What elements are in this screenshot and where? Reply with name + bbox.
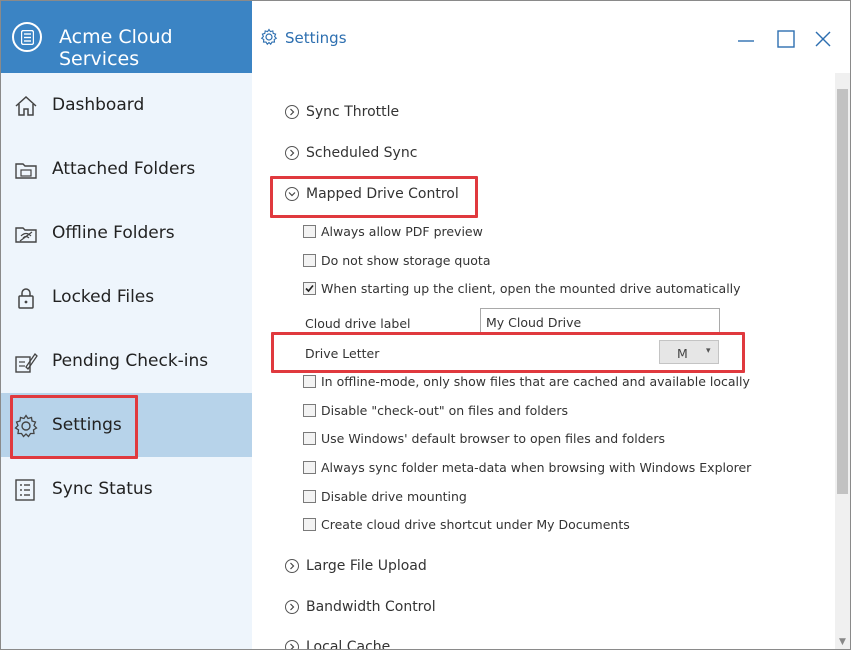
app-window: Acme Cloud Services Dashboard Attached F… (0, 0, 851, 650)
checkmark-icon (305, 284, 314, 293)
option-label: Create cloud drive shortcut under My Doc… (321, 517, 630, 532)
section-large-file-upload[interactable]: Large File Upload (285, 558, 427, 574)
option-label: Use Windows' default browser to open fil… (321, 431, 665, 446)
maximize-icon[interactable] (776, 29, 796, 49)
option-label: Always allow PDF preview (321, 224, 483, 239)
chevron-down-icon: ▾ (706, 346, 711, 356)
option-label: Disable drive mounting (321, 489, 467, 504)
section-label: Local Cache (306, 639, 391, 650)
checkbox[interactable] (303, 375, 316, 388)
section-label: Sync Throttle (306, 104, 400, 120)
cloud-drive-label-input[interactable]: My Cloud Drive (480, 308, 720, 334)
offline-folder-icon (15, 227, 37, 243)
home-icon (15, 95, 37, 116)
checkbox[interactable] (303, 225, 316, 238)
chevron-right-icon (285, 640, 299, 649)
option-label: Always sync folder meta-data when browsi… (321, 460, 752, 475)
option-pdf-preview[interactable]: Always allow PDF preview (303, 224, 483, 239)
section-local-cache[interactable]: Local Cache (285, 639, 391, 650)
option-label: Do not show storage quota (321, 253, 491, 268)
chevron-right-icon (285, 559, 299, 573)
checkbox-checked[interactable] (303, 282, 316, 295)
sidebar-item-label: Locked Files (52, 287, 155, 307)
gear-icon (14, 414, 38, 438)
scrollbar-thumb[interactable] (837, 89, 848, 494)
sidebar-item-dashboard[interactable]: Dashboard (1, 73, 252, 137)
checkbox[interactable] (303, 490, 316, 503)
option-label: Disable "check-out" on files and folders (321, 403, 568, 418)
chevron-right-icon (285, 105, 299, 119)
option-default-browser[interactable]: Use Windows' default browser to open fil… (303, 431, 665, 446)
section-scheduled-sync[interactable]: Scheduled Sync (285, 145, 417, 161)
sidebar-item-offline-folders[interactable]: Offline Folders (1, 201, 252, 265)
section-bandwidth-control[interactable]: Bandwidth Control (285, 599, 436, 615)
checkbox[interactable] (303, 404, 316, 417)
option-open-drive-on-startup[interactable]: When starting up the client, open the mo… (303, 281, 741, 296)
option-label: When starting up the client, open the mo… (321, 281, 741, 296)
close-icon[interactable] (813, 29, 833, 49)
option-disable-drive-mounting[interactable]: Disable drive mounting (303, 489, 467, 504)
section-sync-throttle[interactable]: Sync Throttle (285, 104, 399, 120)
drive-letter-label: Drive Letter (305, 346, 380, 361)
option-hide-storage-quota[interactable]: Do not show storage quota (303, 253, 491, 268)
option-disable-check-out[interactable]: Disable "check-out" on files and folders (303, 403, 568, 418)
sync-status-icon (15, 479, 35, 501)
sidebar-item-label: Pending Check-ins (52, 351, 209, 371)
pending-checkin-icon (15, 352, 38, 373)
checkbox[interactable] (303, 461, 316, 474)
section-label: Mapped Drive Control (306, 186, 459, 202)
section-label: Scheduled Sync (306, 145, 418, 161)
gear-icon (260, 28, 278, 46)
sidebar: Acme Cloud Services Dashboard Attached F… (1, 1, 252, 649)
lock-icon (18, 288, 34, 309)
chevron-right-icon (285, 146, 299, 160)
sidebar-item-label: Dashboard (52, 95, 145, 115)
chevron-down-icon (285, 187, 299, 201)
option-create-shortcut[interactable]: Create cloud drive shortcut under My Doc… (303, 517, 630, 532)
sidebar-item-locked-files[interactable]: Locked Files (1, 265, 252, 329)
drive-letter-value: M (677, 346, 688, 361)
section-mapped-drive-control[interactable]: Mapped Drive Control (285, 186, 459, 202)
sidebar-item-attached-folders[interactable]: Attached Folders (1, 137, 252, 201)
sidebar-item-label: Attached Folders (52, 159, 196, 179)
sidebar-item-settings[interactable]: Settings (1, 393, 252, 457)
sidebar-item-label: Sync Status (52, 479, 153, 499)
sidebar-item-sync-status[interactable]: Sync Status (1, 457, 252, 521)
sidebar-item-label: Settings (52, 415, 122, 435)
option-offline-cached-only[interactable]: In offline-mode, only show files that ar… (303, 374, 750, 389)
page-title: Settings (285, 29, 347, 47)
sidebar-item-label: Offline Folders (52, 223, 175, 243)
chevron-right-icon (285, 600, 299, 614)
folder-icon (15, 163, 37, 179)
checkbox[interactable] (303, 432, 316, 445)
section-label: Large File Upload (306, 558, 427, 574)
option-sync-metadata[interactable]: Always sync folder meta-data when browsi… (303, 460, 751, 475)
drive-letter-select[interactable]: M ▾ (659, 340, 719, 364)
brand-header: Acme Cloud Services (1, 1, 252, 73)
section-label: Bandwidth Control (306, 599, 436, 615)
sidebar-item-pending-check-ins[interactable]: Pending Check-ins (1, 329, 252, 393)
option-label: In offline-mode, only show files that ar… (321, 374, 750, 389)
cloud-drive-label-label: Cloud drive label (305, 316, 411, 331)
scroll-down-icon[interactable]: ▼ (839, 637, 846, 647)
app-name: Acme Cloud Services (59, 26, 173, 70)
checkbox[interactable] (303, 254, 316, 267)
checkbox[interactable] (303, 518, 316, 531)
app-menu-icon[interactable] (12, 22, 42, 52)
minimize-icon[interactable] (736, 29, 756, 49)
